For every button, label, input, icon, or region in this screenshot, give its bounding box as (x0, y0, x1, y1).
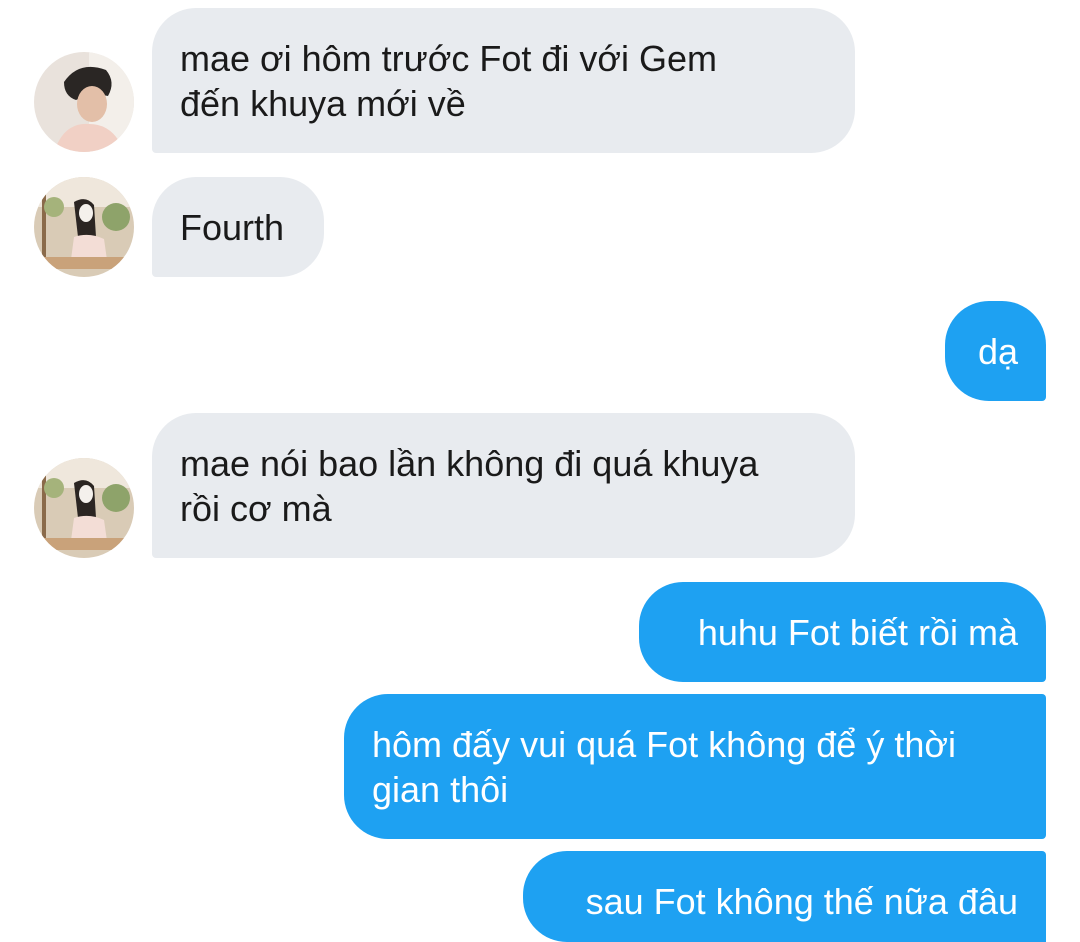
message-bubble-incoming[interactable]: mae ơi hôm trước Fot đi với Gem đến khuy… (152, 8, 855, 153)
message-bubble-outgoing[interactable]: dạ (945, 301, 1046, 401)
message-bubble-incoming[interactable]: Fourth (152, 177, 324, 277)
avatar-girl[interactable] (34, 458, 134, 558)
message-bubble-outgoing[interactable]: huhu Fot biết rồi mà (639, 582, 1046, 682)
chat-thread[interactable]: mae ơi hôm trước Fot đi với Gem đến khuy… (0, 0, 1080, 942)
avatar-boy[interactable] (34, 52, 134, 152)
message-bubble-outgoing[interactable]: sau Fot không thế nữa đâu (523, 851, 1046, 942)
avatar-girl[interactable] (34, 177, 134, 277)
message-bubble-incoming[interactable]: mae nói bao lần không đi quá khuya rồi c… (152, 413, 855, 558)
message-bubble-outgoing[interactable]: hôm đấy vui quá Fot không để ý thời gian… (344, 694, 1046, 839)
